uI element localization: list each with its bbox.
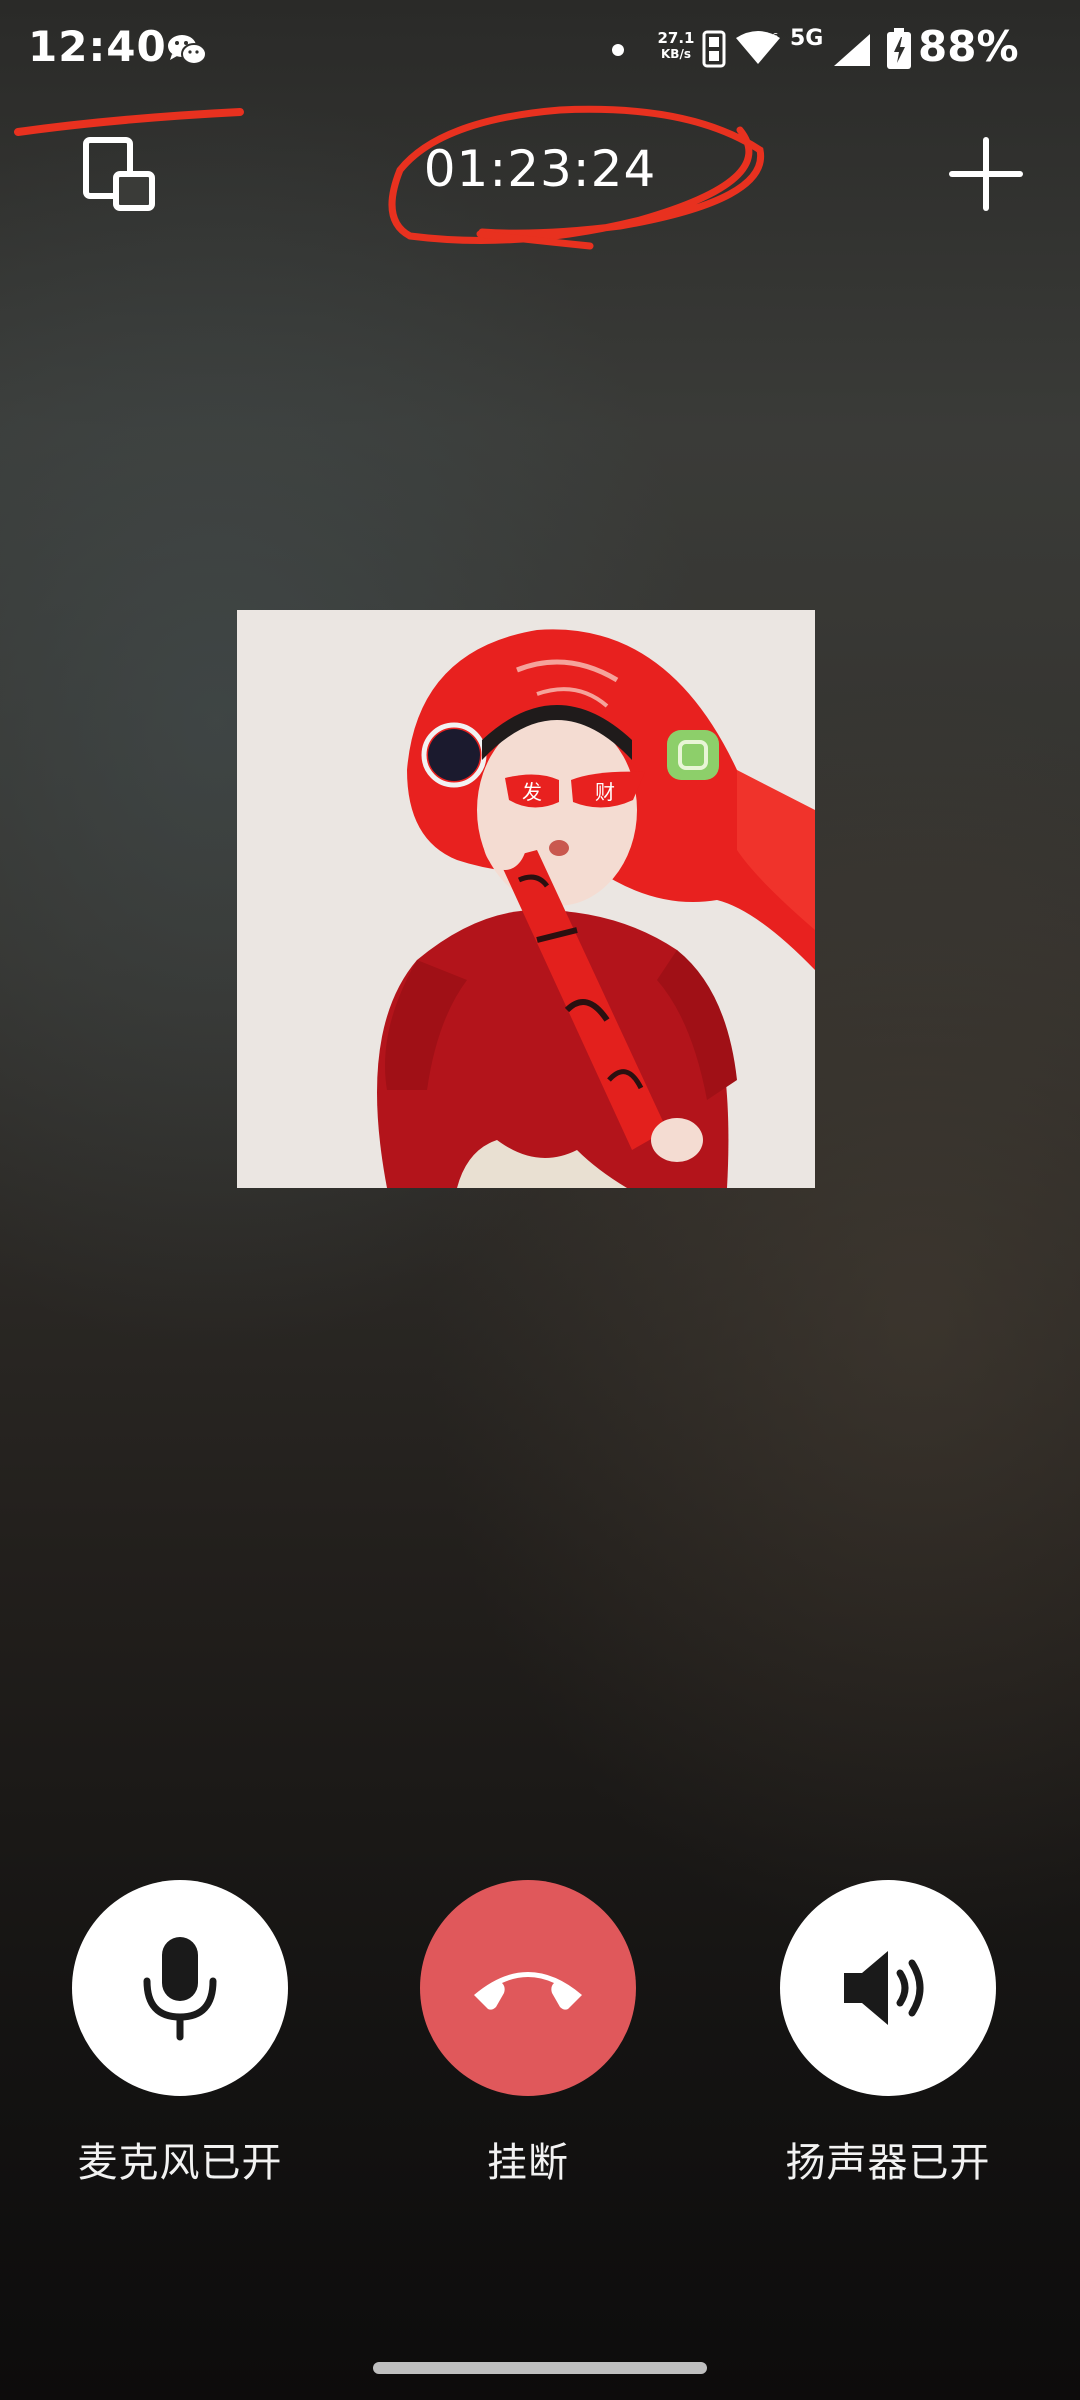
network-speed: 27.1 KB/s [654, 30, 698, 62]
notification-dot [612, 44, 624, 56]
network-speed-value: 27.1 [657, 29, 695, 47]
speaker-icon [844, 1951, 924, 2025]
microphone-icon [143, 1937, 217, 2041]
annotation-underline [14, 108, 244, 136]
network-type: 5G [790, 26, 824, 51]
network-speed-unit: KB/s [661, 47, 691, 61]
avatar: 发 财 [237, 610, 815, 1188]
home-indicator[interactable] [373, 2362, 707, 2374]
battery-icon [887, 28, 911, 69]
mic-button[interactable] [72, 1880, 288, 2096]
glasses-text-left: 发 [522, 780, 542, 804]
speaker-button[interactable] [780, 1880, 996, 2096]
minimize-icon[interactable] [74, 130, 164, 220]
glasses-text-right: 财 [595, 780, 615, 804]
wifi-icon: 6 [736, 31, 780, 64]
hangup-button[interactable] [420, 1880, 636, 2096]
speaker-control: 扬声器已开 [748, 1880, 1028, 2188]
battery-percentage: 88% [918, 22, 1019, 71]
status-bar: 12:40 27.1 KB/s 6 5G 88% [0, 0, 1080, 100]
mic-control: 麦克风已开 [40, 1880, 320, 2188]
svg-text:6: 6 [772, 32, 778, 43]
status-time: 12:40 [28, 22, 167, 71]
hangup-icon [474, 1972, 582, 2010]
signal-icon [834, 34, 870, 66]
hd-icon [702, 30, 726, 68]
avatar-image: 发 财 [237, 610, 815, 1188]
call-duration: 01:23:24 [423, 140, 657, 198]
mic-label: 麦克风已开 [77, 2140, 283, 2186]
hangup-control: 挂断 [388, 1880, 668, 2188]
hangup-label: 挂断 [487, 2140, 569, 2186]
plus-icon[interactable] [946, 134, 1026, 214]
speaker-label: 扬声器已开 [785, 2140, 991, 2186]
annotation-stroke [476, 230, 594, 250]
wechat-icon [168, 35, 207, 65]
